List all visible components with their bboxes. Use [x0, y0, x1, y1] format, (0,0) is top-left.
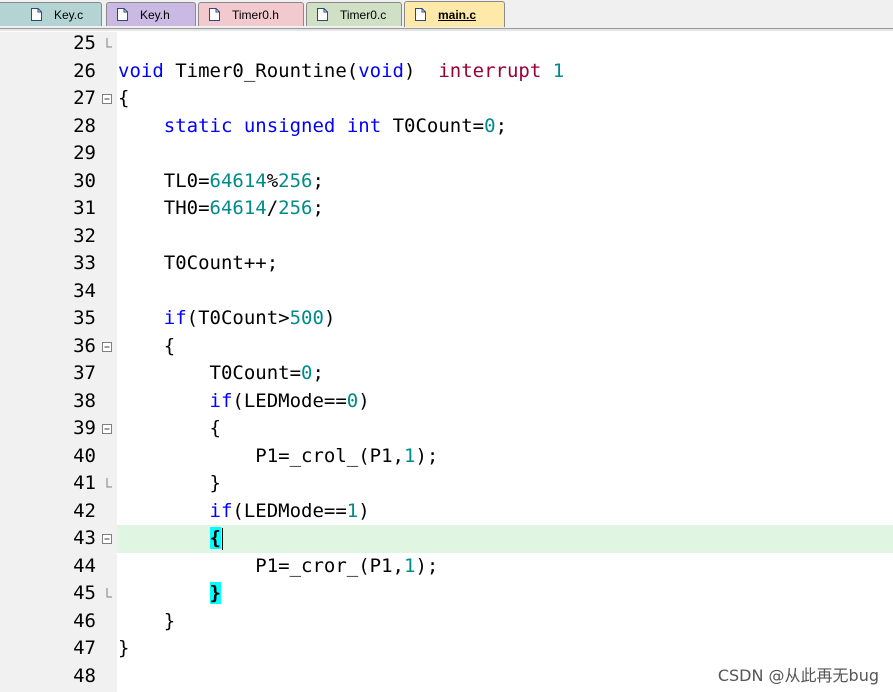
tab-label: main.c [438, 7, 477, 22]
line-number: 31 [73, 197, 96, 219]
tab-main-c[interactable]: main.c [404, 1, 505, 27]
file-icon [415, 8, 426, 21]
code-text: static unsigned int T0Count=0; [163, 114, 508, 137]
file-icon [209, 8, 220, 21]
code-text: } [118, 472, 221, 494]
current-line-highlight [117, 525, 893, 553]
line-number: 38 [73, 389, 96, 412]
line-number: 37 [73, 362, 96, 384]
line-number: 44 [73, 554, 96, 577]
code-text: { [209, 527, 223, 550]
file-icon [317, 8, 328, 21]
tab-timer0-c[interactable]: Timer0.c [306, 2, 402, 26]
code-line[interactable]: 27 { [0, 85, 893, 113]
code-line[interactable]: 42 if(LEDMode==1) [0, 498, 893, 526]
code-line[interactable]: 29 [0, 140, 893, 168]
fold-end-icon [101, 37, 113, 49]
line-number: 40 [73, 444, 96, 467]
line-number: 48 [73, 664, 96, 687]
code-line[interactable]: 43 { [0, 525, 893, 553]
code-line[interactable]: 36 { [0, 333, 893, 361]
fold-collapse-icon[interactable] [101, 422, 113, 434]
file-tab-bar: Key.c Key.h Timer0.h Timer0.c main.c [0, 0, 893, 31]
line-number: 32 [73, 224, 96, 247]
code-line[interactable]: 28 static unsigned int T0Count=0; [0, 113, 893, 141]
line-number: 35 [73, 307, 96, 329]
line-number: 41 [73, 472, 96, 494]
code-line[interactable]: 31 TH0=64614/256; [0, 195, 893, 223]
code-text: } [118, 609, 176, 632]
tab-key-h[interactable]: Key.h [106, 2, 196, 26]
code-line[interactable]: 46 } [0, 608, 893, 636]
code-line[interactable]: 38 if(LEDMode==0) [0, 388, 893, 416]
line-number: 34 [73, 279, 96, 302]
code-line[interactable]: 39 { [0, 415, 893, 443]
fold-collapse-icon[interactable] [101, 532, 113, 544]
watermark: CSDN @从此再无bug [717, 666, 879, 685]
file-icon [117, 8, 128, 21]
code-text: if(LEDMode==1) [209, 499, 370, 522]
line-number: 27 [73, 87, 96, 109]
code-line[interactable]: 44 P1=_cror_(P1,1); [0, 553, 893, 581]
code-text: { [118, 334, 176, 357]
file-icon [31, 8, 42, 21]
line-number: 36 [73, 334, 96, 357]
line-number: 45 [73, 582, 96, 604]
fold-end-icon [101, 587, 113, 599]
code-line[interactable]: 45 } [0, 580, 893, 608]
code-line[interactable]: 32 [0, 223, 893, 251]
text-cursor [221, 527, 223, 550]
code-text: { [118, 417, 221, 439]
tab-label: Timer0.c [340, 7, 387, 22]
code-line[interactable]: 40 P1=_crol_(P1,1); [0, 443, 893, 471]
code-text: T0Count=0; [118, 362, 324, 384]
code-text: if(LEDMode==0) [209, 389, 370, 412]
code-text: TL0=64614%256; [118, 169, 324, 192]
code-line[interactable]: 47} [0, 635, 893, 663]
fold-end-icon [101, 477, 113, 489]
line-number: 30 [73, 169, 96, 192]
line-number: 28 [73, 114, 96, 137]
tab-key-c[interactable]: Key.c [0, 2, 102, 26]
code-line[interactable]: 26 void Timer0_Rountine(void) interrupt 1 [0, 58, 893, 86]
code-text: T0Count++; [118, 252, 279, 274]
code-text: } [118, 637, 130, 659]
code-line[interactable]: 41 } [0, 470, 893, 498]
code-text: void Timer0_Rountine(void) interrupt 1 [118, 59, 565, 82]
line-number: 29 [73, 142, 96, 164]
line-number: 26 [73, 59, 96, 82]
line-number: 39 [73, 417, 96, 439]
line-number: 47 [73, 637, 96, 659]
code-text: P1=_crol_(P1,1); [118, 444, 439, 467]
code-text: } [209, 582, 221, 604]
code-line[interactable]: 33 T0Count++; [0, 250, 893, 278]
code-text: P1=_cror_(P1,1); [118, 554, 439, 577]
tab-label: Key.c [54, 7, 84, 22]
tab-timer0-h[interactable]: Timer0.h [198, 2, 304, 26]
line-number: 46 [73, 609, 96, 632]
line-number: 25 [73, 32, 96, 54]
code-text: { [118, 87, 130, 109]
code-text: TH0=64614/256; [118, 197, 324, 219]
line-number: 43 [73, 527, 96, 549]
line-number: 33 [73, 252, 96, 274]
tab-label: Timer0.h [232, 7, 279, 22]
code-line[interactable]: 35 if(T0Count>500) [0, 305, 893, 333]
code-text: if(T0Count>500) [163, 307, 336, 329]
code-line[interactable]: 37 T0Count=0; [0, 360, 893, 388]
fold-collapse-icon[interactable] [101, 340, 113, 352]
code-editor[interactable]: 25 26 void Timer0_Rountine(void) interrupt… [0, 32, 893, 692]
code-line[interactable]: 34 [0, 278, 893, 306]
tab-label: Key.h [140, 7, 170, 22]
fold-collapse-icon[interactable] [101, 92, 113, 104]
code-line[interactable]: 30 TL0=64614%256; [0, 168, 893, 196]
code-line[interactable]: 25 [0, 30, 893, 58]
line-number: 42 [73, 499, 96, 522]
